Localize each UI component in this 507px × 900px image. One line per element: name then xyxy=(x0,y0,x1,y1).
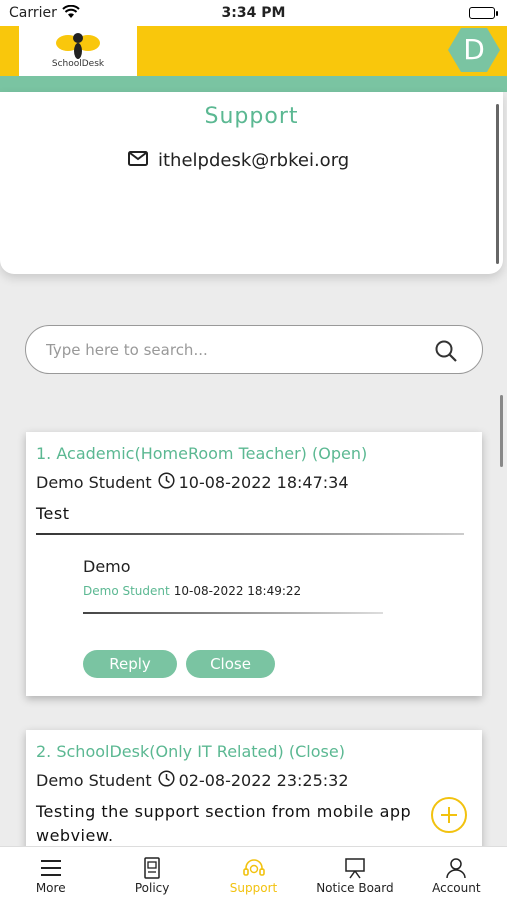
mail-icon xyxy=(128,150,158,171)
nav-item-more[interactable]: More xyxy=(0,847,101,900)
ticket-card: 1. Academic(HomeRoom Teacher) (Open) Dem… xyxy=(26,432,482,696)
clock-icon xyxy=(158,770,175,791)
ticket-author: Demo Student xyxy=(36,473,152,492)
header-band xyxy=(0,76,507,92)
scrollbar[interactable] xyxy=(496,104,499,264)
ticket-datetime: 02-08-2022 23:25:32 xyxy=(178,771,349,790)
nav-label: Account xyxy=(432,881,481,895)
nav-label: Policy xyxy=(134,881,170,895)
nav-label: Notice Board xyxy=(316,881,394,895)
status-bar: Carrier 3:34 PM xyxy=(0,0,507,26)
list-scrollbar[interactable] xyxy=(500,395,503,467)
ticket-title[interactable]: 2. SchoolDesk(Only IT Related) (Close) xyxy=(36,742,345,761)
nav-item-notice-board[interactable]: Notice Board xyxy=(304,847,405,900)
ticket-datetime: 10-08-2022 18:47:34 xyxy=(178,473,349,492)
schooldesk-logo[interactable]: SchoolDesk xyxy=(19,26,137,76)
ticket-message: Testing the support section from mobile … xyxy=(36,802,412,845)
search-icon[interactable] xyxy=(434,339,458,367)
user-avatar[interactable]: D xyxy=(447,26,501,74)
divider xyxy=(36,533,464,535)
nav-item-support[interactable]: Support xyxy=(203,847,304,900)
bee-logo-icon xyxy=(56,33,100,59)
support-email[interactable]: ithelpdesk@rbkei.org xyxy=(128,150,349,171)
nav-item-account[interactable]: Account xyxy=(406,847,507,900)
support-card: Support ithelpdesk@rbkei.org xyxy=(0,92,503,274)
menu-icon xyxy=(40,860,61,876)
ticket-meta: Demo Student 02-08-2022 23:25:32 xyxy=(36,770,349,791)
reply-button[interactable]: Reply xyxy=(83,650,177,678)
close-ticket-button[interactable]: Close xyxy=(186,650,275,678)
nav-label: More xyxy=(35,881,66,895)
clock-time: 3:34 PM xyxy=(221,5,286,21)
add-ticket-button[interactable] xyxy=(431,797,467,833)
reply-message: Demo xyxy=(83,557,131,576)
nav-item-policy[interactable]: Policy xyxy=(101,847,202,900)
logo-text: SchoolDesk xyxy=(51,59,105,69)
page-title: Support xyxy=(204,104,299,129)
avatar-initial: D xyxy=(463,33,485,66)
board-icon xyxy=(345,858,365,879)
search-bar xyxy=(25,325,483,374)
ticket-meta: Demo Student 10-08-2022 18:47:34 xyxy=(36,472,349,493)
ticket-title[interactable]: 1. Academic(HomeRoom Teacher) (Open) xyxy=(36,444,367,463)
divider xyxy=(83,612,383,614)
app-header: SchoolDesk D xyxy=(0,26,507,76)
reply-meta: Demo Student 10-08-2022 18:49:22 xyxy=(83,584,301,598)
user-icon xyxy=(446,858,467,879)
support-email-text: ithelpdesk@rbkei.org xyxy=(158,150,350,171)
bottom-nav: More Policy Support Notice Board Account xyxy=(0,846,507,900)
ticket-author: Demo Student xyxy=(36,771,152,790)
ticket-message: Test xyxy=(36,504,70,523)
battery-icon xyxy=(469,7,498,19)
search-input[interactable] xyxy=(46,338,426,362)
headset-icon xyxy=(242,859,265,876)
reply-author: Demo Student xyxy=(83,584,170,598)
policy-icon xyxy=(144,857,160,879)
clock-icon xyxy=(158,472,175,493)
reply-datetime: 10-08-2022 18:49:22 xyxy=(173,584,302,598)
nav-label: Support xyxy=(229,881,278,895)
